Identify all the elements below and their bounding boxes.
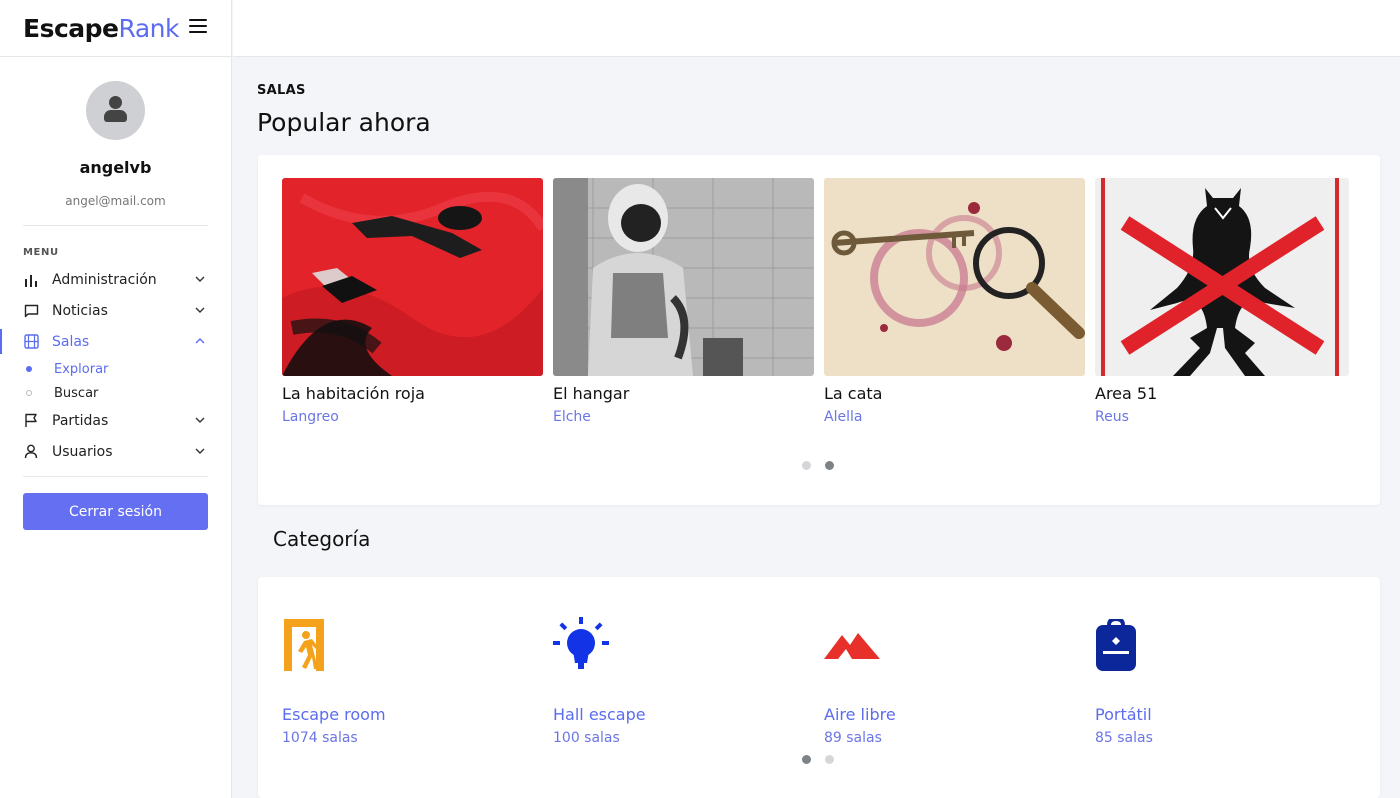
category-name[interactable]: Aire libre	[824, 705, 1064, 724]
room-city: Reus	[1095, 409, 1129, 425]
top-bar	[233, 0, 1400, 57]
room-image[interactable]	[553, 178, 814, 376]
carousel-dot-active[interactable]	[802, 755, 811, 764]
username: angelvb	[79, 158, 152, 177]
brand-logo[interactable]: EscapeRank	[23, 14, 179, 43]
backpack-icon	[1095, 615, 1335, 675]
exit-door-icon	[282, 615, 522, 675]
category-count: 1074 salas	[282, 730, 358, 746]
user-email: angel@mail.com	[65, 194, 166, 208]
flag-icon	[23, 413, 39, 429]
sidebar-item-partidas[interactable]: Partidas	[0, 405, 231, 436]
chevron-down-icon	[195, 276, 205, 282]
sidebar-item-administracion[interactable]: Administración	[0, 264, 231, 295]
sidebar-item-usuarios[interactable]: Usuarios	[0, 436, 231, 467]
page-title: Popular ahora	[257, 108, 431, 137]
chevron-down-icon	[195, 417, 205, 423]
divider	[23, 476, 208, 477]
category-name[interactable]: Portátil	[1095, 705, 1335, 724]
section-kicker: SALAS	[257, 83, 306, 98]
room-name[interactable]: El hangar	[553, 384, 814, 403]
room-card[interactable]: El hangar Elche	[553, 178, 814, 425]
sidebar: EscapeRank angelvb angel@mail.com MENU A…	[0, 0, 232, 798]
sidebar-subitem-explorar[interactable]: Explorar	[0, 357, 231, 381]
menu-label: MENU	[23, 247, 59, 258]
logout-button[interactable]: Cerrar sesión	[23, 493, 208, 530]
brand-part2: Rank	[118, 13, 180, 43]
bar-chart-icon	[23, 272, 39, 288]
room-card[interactable]: La habitación roja Langreo	[282, 178, 543, 425]
room-image[interactable]	[282, 178, 543, 376]
avatar[interactable]	[86, 81, 145, 140]
sidebar-subitem-label: Explorar	[54, 361, 109, 377]
hamburger-menu-icon[interactable]	[189, 19, 207, 35]
room-image[interactable]	[1095, 178, 1349, 376]
category-carousel: Escape room 1074 salas Hall escape 100 s…	[258, 577, 1380, 798]
room-image[interactable]	[824, 178, 1085, 376]
sidebar-subitem-label: Buscar	[54, 385, 99, 401]
category-card[interactable]: Portátil 85 salas	[1095, 615, 1335, 746]
bullet-icon	[26, 366, 32, 372]
room-name[interactable]: Area 51	[1095, 384, 1349, 403]
room-card[interactable]: La cata Alella	[824, 178, 1085, 425]
category-count: 89 salas	[824, 730, 882, 746]
film-icon	[23, 334, 39, 350]
category-name[interactable]: Hall escape	[553, 705, 793, 724]
room-name[interactable]: La habitación roja	[282, 384, 543, 403]
sidebar-item-label: Salas	[52, 333, 90, 350]
carousel-pagination	[802, 461, 834, 470]
brand-part1: Escape	[23, 13, 119, 43]
user-icon	[23, 444, 39, 460]
carousel-dot[interactable]	[825, 755, 834, 764]
category-card[interactable]: Hall escape 100 salas	[553, 615, 793, 746]
room-name[interactable]: La cata	[824, 384, 1085, 403]
section-title-categoria: Categoría	[273, 527, 371, 551]
popular-carousel: La habitación roja Langreo El hangar Elc…	[258, 155, 1380, 505]
sidebar-item-noticias[interactable]: Noticias	[0, 295, 231, 326]
chevron-up-icon	[195, 338, 205, 344]
sidebar-menu: Administración Noticias Salas Explorar B…	[0, 264, 231, 467]
room-city: Elche	[553, 409, 591, 425]
sidebar-item-label: Usuarios	[52, 443, 113, 460]
sidebar-item-label: Administración	[52, 271, 157, 288]
sidebar-item-label: Noticias	[52, 302, 108, 319]
category-name[interactable]: Escape room	[282, 705, 522, 724]
category-card[interactable]: Aire libre 89 salas	[824, 615, 1064, 746]
lightbulb-icon	[553, 615, 793, 675]
carousel-pagination	[802, 755, 834, 764]
chat-icon	[23, 303, 39, 319]
carousel-dot[interactable]	[802, 461, 811, 470]
chevron-down-icon	[195, 448, 205, 454]
sidebar-subitem-buscar[interactable]: Buscar	[0, 381, 231, 405]
sidebar-item-salas[interactable]: Salas	[0, 326, 231, 357]
sidebar-item-label: Partidas	[52, 412, 109, 429]
category-count: 100 salas	[553, 730, 620, 746]
category-count: 85 salas	[1095, 730, 1153, 746]
room-city: Langreo	[282, 409, 339, 425]
carousel-dot-active[interactable]	[825, 461, 834, 470]
user-profile: angelvb angel@mail.com	[0, 57, 231, 208]
bullet-icon	[26, 390, 32, 396]
category-card[interactable]: Escape room 1074 salas	[282, 615, 522, 746]
room-card[interactable]: Area 51 Reus	[1095, 178, 1349, 425]
divider	[23, 225, 208, 226]
mountain-icon	[824, 615, 1064, 675]
room-city: Alella	[824, 409, 863, 425]
chevron-down-icon	[195, 307, 205, 313]
